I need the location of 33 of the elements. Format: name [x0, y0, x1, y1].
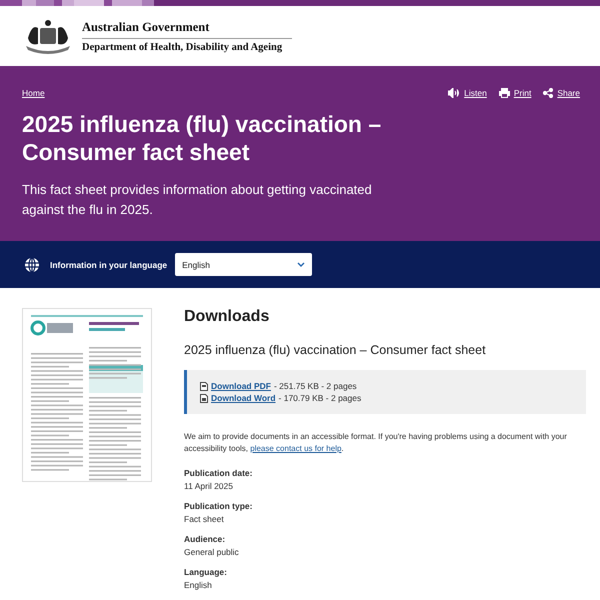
share-icon — [543, 88, 554, 98]
print-link[interactable]: Print — [498, 88, 532, 98]
language-label: Information in your language — [50, 260, 168, 270]
accessibility-note: We aim to provide documents in an accessible format. If you're having problems using a document with your accessibility tools, please contact us for help. — [184, 431, 568, 455]
metadata-value: Fact sheet — [184, 514, 225, 524]
share-link[interactable]: Share — [543, 88, 580, 98]
listen-link[interactable]: Listen — [448, 88, 487, 98]
metadata-value: 11 April 2025 — [184, 481, 234, 491]
government-name: Australian Government — [82, 20, 292, 38]
document-title: 2025 influenza (flu) vaccination – Consumer fact sheet — [184, 343, 487, 357]
page-summary: This fact sheet provides information about getting vaccinated against the flu in 2025. — [22, 181, 373, 219]
language-select[interactable]: English — [175, 253, 312, 276]
department-name: Department of Health, Disability and Ageing — [82, 40, 284, 52]
word-file-icon — [200, 394, 208, 402]
metadata-label: Language: — [184, 567, 228, 577]
globe-icon — [24, 256, 40, 272]
breadcrumb-link[interactable]: Home — [22, 88, 45, 98]
contact-link[interactable]: please contact us for help — [250, 444, 342, 453]
metadata-label: Publication date: — [184, 468, 254, 478]
page-title: 2025 influenza (flu) vaccination – Consumer fact sheet — [22, 110, 382, 166]
download-link[interactable]: Download PDF — [211, 381, 271, 391]
downloads-heading: Downloads — [184, 308, 270, 326]
metadata-label: Publication type: — [184, 501, 254, 511]
file-details: - 251.75 KB - 2 pages — [274, 381, 357, 391]
metadata-label: Audience: — [184, 534, 226, 544]
file-details: - 170.79 KB - 2 pages — [278, 393, 362, 403]
speaker-icon — [448, 88, 460, 98]
metadata-value: General public — [184, 547, 240, 557]
pdf-file-icon — [200, 382, 208, 390]
print-icon — [498, 88, 510, 98]
chevron-down-icon — [297, 262, 306, 267]
metadata-value: English — [184, 580, 213, 590]
download-link[interactable]: Download Word — [211, 393, 276, 403]
